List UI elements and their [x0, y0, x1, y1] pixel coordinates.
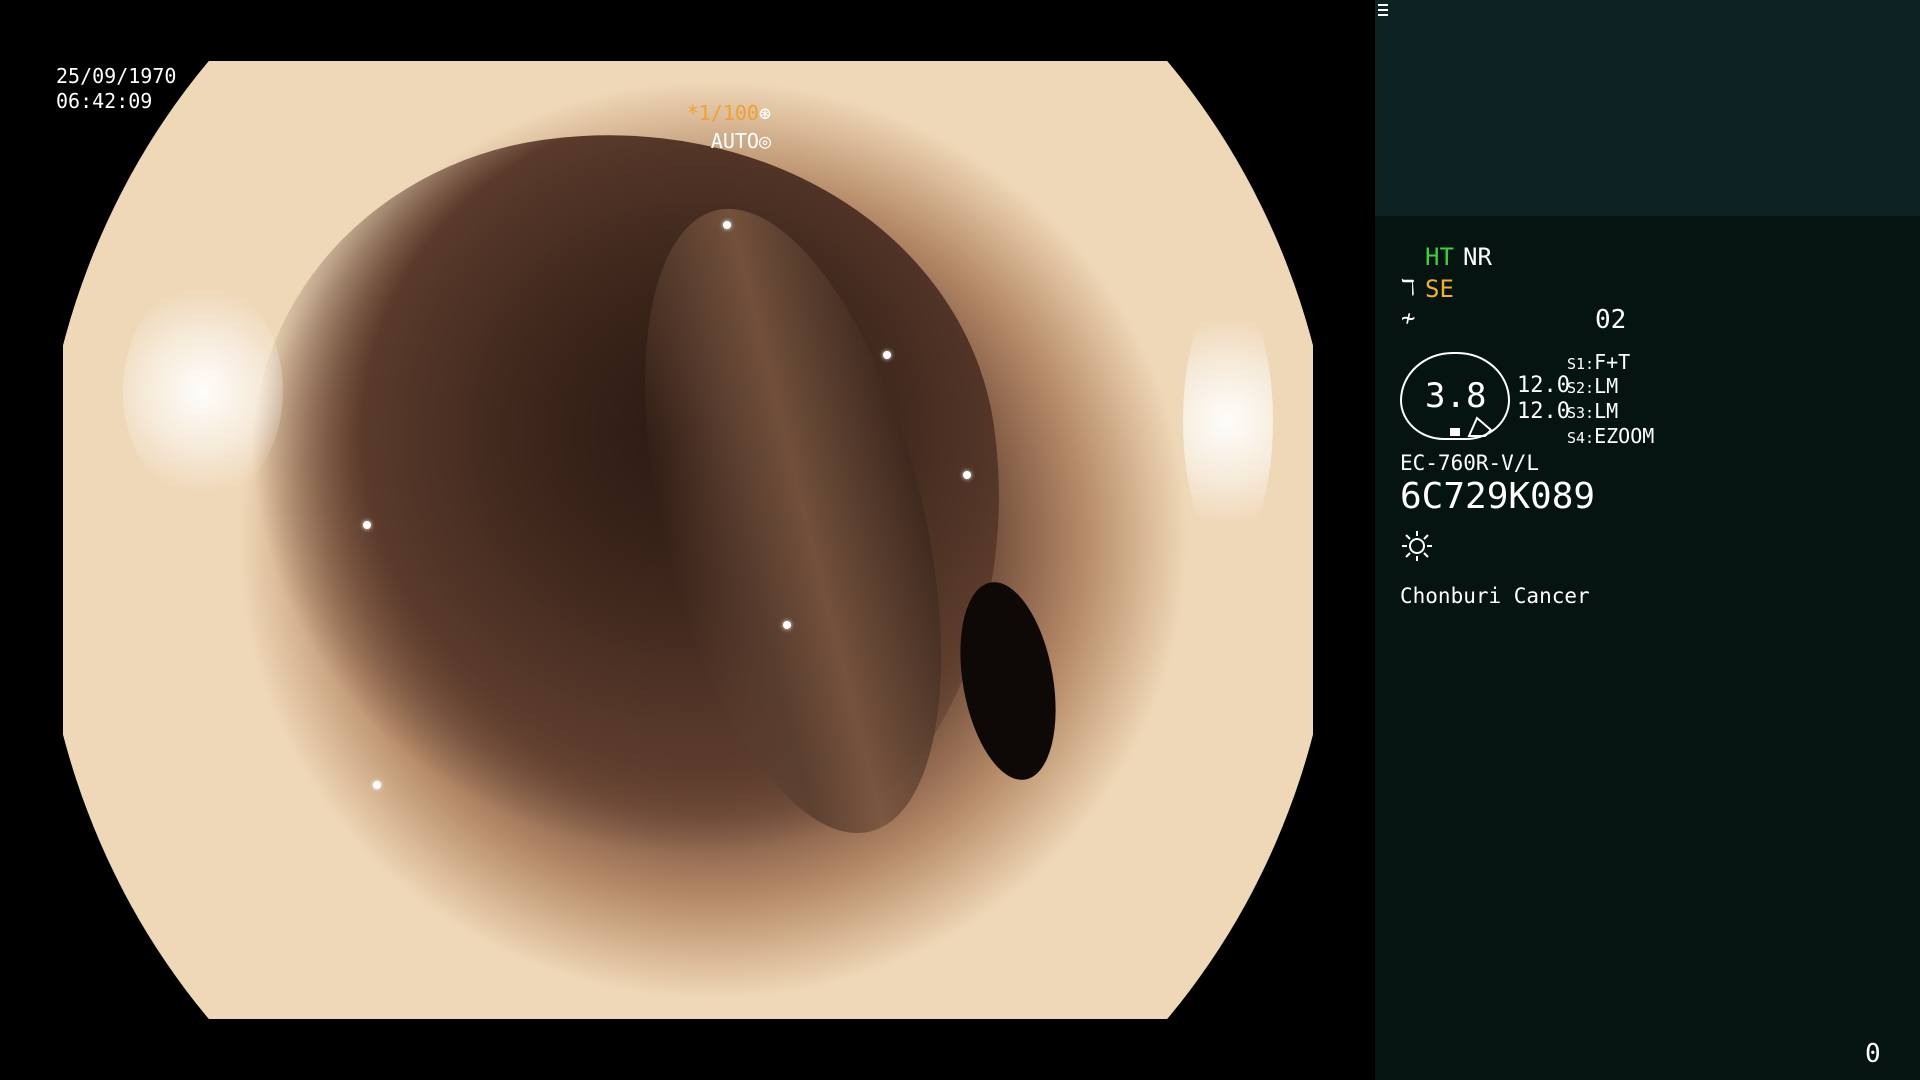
- reflection-spot: [883, 351, 891, 359]
- panel-header-area: [1375, 0, 1920, 216]
- scale-marker-icon: [1450, 428, 1460, 436]
- scope-serial: 6C729K089: [1400, 476, 1596, 517]
- reflection-spot: [363, 521, 371, 529]
- scope-model: EC-760R-V/L: [1400, 451, 1540, 475]
- auto-iris-icon: ◎: [758, 129, 771, 153]
- switch-key: S2:: [1567, 379, 1595, 397]
- endoscope-video-view: 25/09/1970 06:42:09 *1/100⊛ AUTO◎: [0, 0, 1375, 1080]
- light-glare: [123, 281, 283, 501]
- image-counter: 0: [1865, 1039, 1881, 1069]
- structure-enhance-icon: ℸ: [1401, 276, 1416, 301]
- time-text: 06:42:09: [56, 89, 153, 113]
- value-2: 12.0: [1517, 399, 1570, 424]
- info-panel: HT NR ℸ SE ≁ 02 3.8 12.0 12.0 S1:F+T S2:…: [1375, 0, 1920, 1080]
- reflection-spot: [373, 781, 381, 789]
- function-icon: ≁: [1401, 304, 1416, 332]
- scale-pointer-icon: [1467, 416, 1493, 437]
- switch-value: LM: [1594, 374, 1619, 398]
- switch-row-2: S2:LM: [1567, 374, 1618, 400]
- shutter-speed: *1/100: [686, 101, 759, 125]
- switch-value: LM: [1594, 399, 1619, 423]
- nr-indicator: NR: [1463, 243, 1492, 271]
- se-indicator: SE: [1425, 275, 1454, 303]
- switch-row-1: S1:F+T: [1567, 350, 1630, 376]
- value-1: 12.0: [1517, 373, 1570, 398]
- endoscopic-image: [63, 61, 1313, 1019]
- exposure-mode: AUTO: [710, 129, 759, 153]
- shutter-display: *1/100⊛ AUTO◎: [687, 99, 771, 155]
- ht-indicator: HT: [1425, 243, 1454, 271]
- hospital-name: Chonburi Cancer: [1400, 584, 1590, 608]
- light-glare-right: [1183, 291, 1273, 551]
- memory-slot: 02: [1595, 305, 1627, 335]
- switch-value: EZOOM: [1594, 424, 1655, 448]
- date-time-display: 25/09/1970 06:42:09: [56, 64, 176, 114]
- reflection-spot: [963, 471, 971, 479]
- switch-key: S4:: [1567, 429, 1595, 447]
- date-text: 25/09/1970: [56, 64, 177, 88]
- reflection-spot: [783, 621, 791, 629]
- switch-key: S1:: [1567, 355, 1595, 373]
- switch-row-3: S3:LM: [1567, 399, 1618, 425]
- switch-value: F+T: [1594, 350, 1631, 374]
- reflection-spot: [723, 221, 731, 229]
- lumen-region: [213, 83, 1053, 949]
- switch-key: S3:: [1567, 404, 1595, 422]
- switch-row-4: S4:EZOOM: [1567, 424, 1654, 450]
- aperture-icon: ⊛: [758, 101, 771, 125]
- zoom-scale-value: 3.8: [1425, 376, 1487, 416]
- light-source-icon: [1402, 531, 1432, 561]
